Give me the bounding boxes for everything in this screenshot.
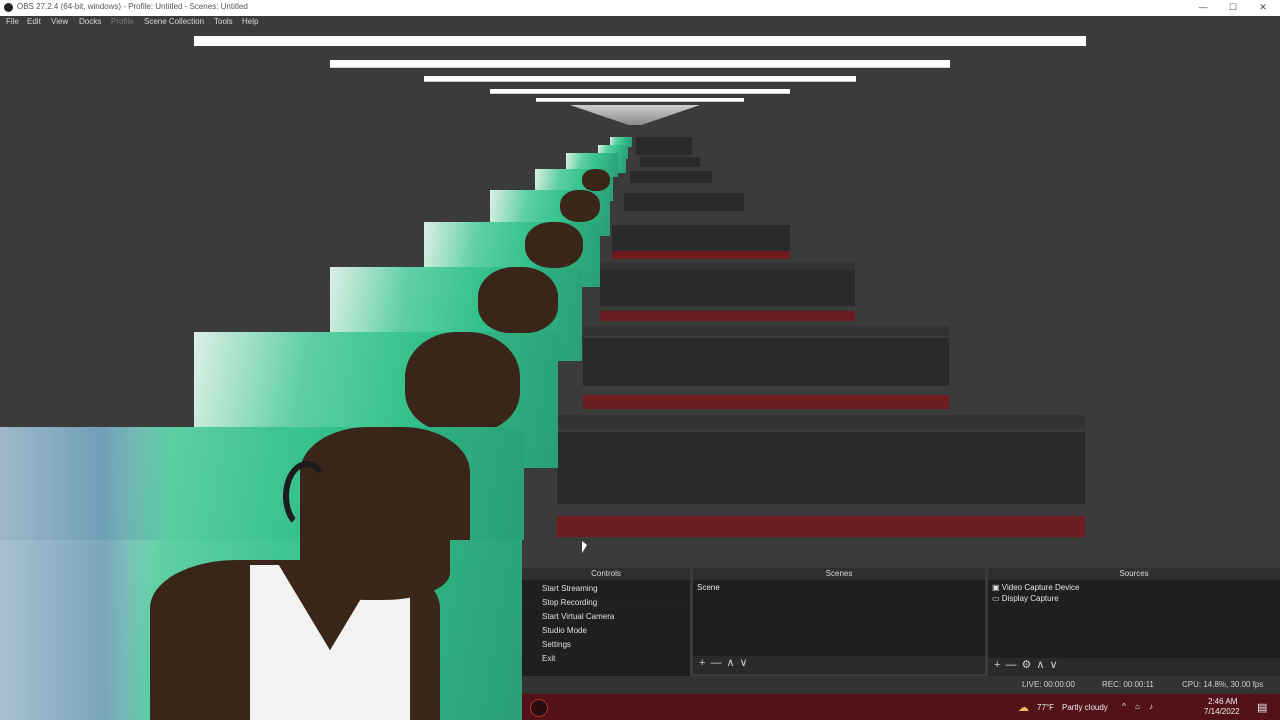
status-bar: LIVE: 00:00:00 REC: 00:00:11 CPU: 14.8%,…: [522, 676, 1280, 694]
hand-blur: [0, 427, 170, 540]
scene-item[interactable]: Scene: [693, 580, 985, 595]
menu-help[interactable]: Help: [242, 17, 258, 26]
person-face-lower: [300, 540, 450, 600]
menu-profile[interactable]: Profile: [111, 17, 134, 26]
mouse-cursor-icon: [582, 541, 587, 553]
nested-dock: [600, 270, 855, 306]
live-timer: LIVE: 00:00:00: [1022, 680, 1075, 689]
nested-taskbar: [583, 395, 949, 409]
move-source-down-button[interactable]: ∨: [1049, 659, 1057, 671]
person-head: [525, 222, 583, 268]
nested-window-titlebar: [536, 98, 744, 102]
monitor-icon: ▭: [992, 594, 1000, 603]
source-properties-button[interactable]: ⚙: [1021, 659, 1031, 671]
add-scene-button[interactable]: +: [699, 657, 705, 669]
scenes-dock-title: Scenes: [693, 568, 985, 580]
nested-menu-bar: [194, 46, 1086, 54]
move-source-up-button[interactable]: ∧: [1036, 659, 1044, 671]
scenes-dock: Scenes Scene + — ∧ ∨: [693, 568, 985, 674]
nested-dock: [612, 225, 790, 251]
cpu-fps: CPU: 14.8%, 30.00 fps: [1182, 680, 1264, 689]
headphones-icon: [283, 461, 331, 531]
source-item-video-capture[interactable]: ▣ Video Capture Device: [988, 582, 1280, 593]
nested-taskbar: [600, 311, 855, 321]
person-head: [582, 169, 610, 191]
clock-time[interactable]: 2:46 AM: [1208, 697, 1237, 706]
menu-file[interactable]: File: [6, 17, 19, 26]
weather-temp: 77°F: [1037, 703, 1054, 712]
close-button[interactable]: ✕: [1248, 0, 1278, 16]
menu-edit[interactable]: Edit: [27, 17, 41, 26]
stop-recording-button[interactable]: Stop Recording: [522, 596, 690, 610]
window-title: OBS 27.2.4 (64-bit, windows) - Profile: …: [17, 2, 248, 11]
obs-taskbar-icon[interactable]: [530, 699, 548, 717]
sources-dock: Sources ▣ Video Capture Device ▭ Display…: [988, 568, 1280, 676]
remove-scene-button[interactable]: —: [710, 657, 721, 669]
camera-icon: ▣: [992, 583, 1000, 592]
source-item-display-capture[interactable]: ▭ Display Capture: [988, 593, 1280, 604]
feedback-tunnel: [570, 105, 700, 125]
source-label: Display Capture: [1001, 594, 1059, 603]
menu-docks[interactable]: Docks: [79, 17, 101, 26]
nested-dock-header: [583, 326, 949, 336]
rec-timer: REC: 00:00:11: [1102, 680, 1154, 689]
menu-tools[interactable]: Tools: [214, 17, 233, 26]
nested-dock: [624, 193, 744, 211]
nested-dock-header: [600, 262, 855, 270]
settings-button[interactable]: Settings: [522, 638, 690, 652]
add-source-button[interactable]: +: [994, 659, 1000, 671]
nested-dock: [636, 137, 692, 155]
nested-dock: [640, 157, 700, 167]
hand-lower: [0, 540, 150, 720]
person-head: [560, 190, 600, 222]
nested-window-titlebar: [490, 89, 790, 94]
nested-dock: [557, 432, 1085, 504]
nested-taskbar: [612, 251, 790, 259]
controls-dock-title: Controls: [522, 568, 690, 580]
tray-chevron-icon[interactable]: ^: [1122, 702, 1126, 711]
nested-taskbar: [557, 516, 1085, 537]
minimize-button[interactable]: —: [1188, 0, 1218, 16]
network-icon[interactable]: ⌂: [1135, 702, 1140, 711]
volume-icon[interactable]: ♪: [1149, 702, 1153, 711]
menu-scene-collection[interactable]: Scene Collection: [144, 17, 204, 26]
menu-bar: File Edit View Docks Profile Scene Colle…: [0, 16, 1280, 29]
weather-desc: Partly cloudy: [1062, 703, 1108, 712]
nested-window-titlebar: [330, 60, 950, 68]
obs-logo-icon: [4, 3, 13, 12]
remove-source-button[interactable]: —: [1005, 659, 1016, 671]
nested-dock: [630, 171, 712, 183]
controls-dock: Controls Start Streaming Stop Recording …: [522, 568, 690, 676]
preview-canvas[interactable]: [0, 29, 1280, 540]
nested-window-titlebar: [424, 76, 856, 82]
studio-mode-button[interactable]: Studio Mode: [522, 624, 690, 638]
weather-icon: ☁: [1018, 702, 1029, 714]
move-scene-down-button[interactable]: ∨: [740, 657, 748, 669]
start-virtual-camera-button[interactable]: Start Virtual Camera: [522, 610, 690, 624]
clock-date[interactable]: 7/14/2022: [1204, 707, 1240, 716]
person-head: [405, 332, 520, 432]
start-streaming-button[interactable]: Start Streaming: [522, 582, 690, 596]
maximize-button[interactable]: ☐: [1218, 0, 1248, 16]
menu-view[interactable]: View: [51, 17, 68, 26]
dock-strip: [522, 540, 1280, 566]
person-head: [478, 267, 558, 333]
window-titlebar: OBS 27.2.4 (64-bit, windows) - Profile: …: [0, 0, 1280, 16]
nested-dock: [583, 338, 949, 386]
sources-dock-title: Sources: [988, 568, 1280, 580]
notification-icon[interactable]: ▤: [1257, 701, 1267, 714]
taskbar: ☁ 77°F Partly cloudy ^ ⌂ ♪ 2:46 AM 7/14/…: [522, 694, 1280, 720]
move-scene-up-button[interactable]: ∧: [726, 657, 734, 669]
nested-dock-header: [557, 415, 1085, 429]
exit-button[interactable]: Exit: [522, 652, 690, 666]
source-label: Video Capture Device: [1001, 583, 1080, 592]
